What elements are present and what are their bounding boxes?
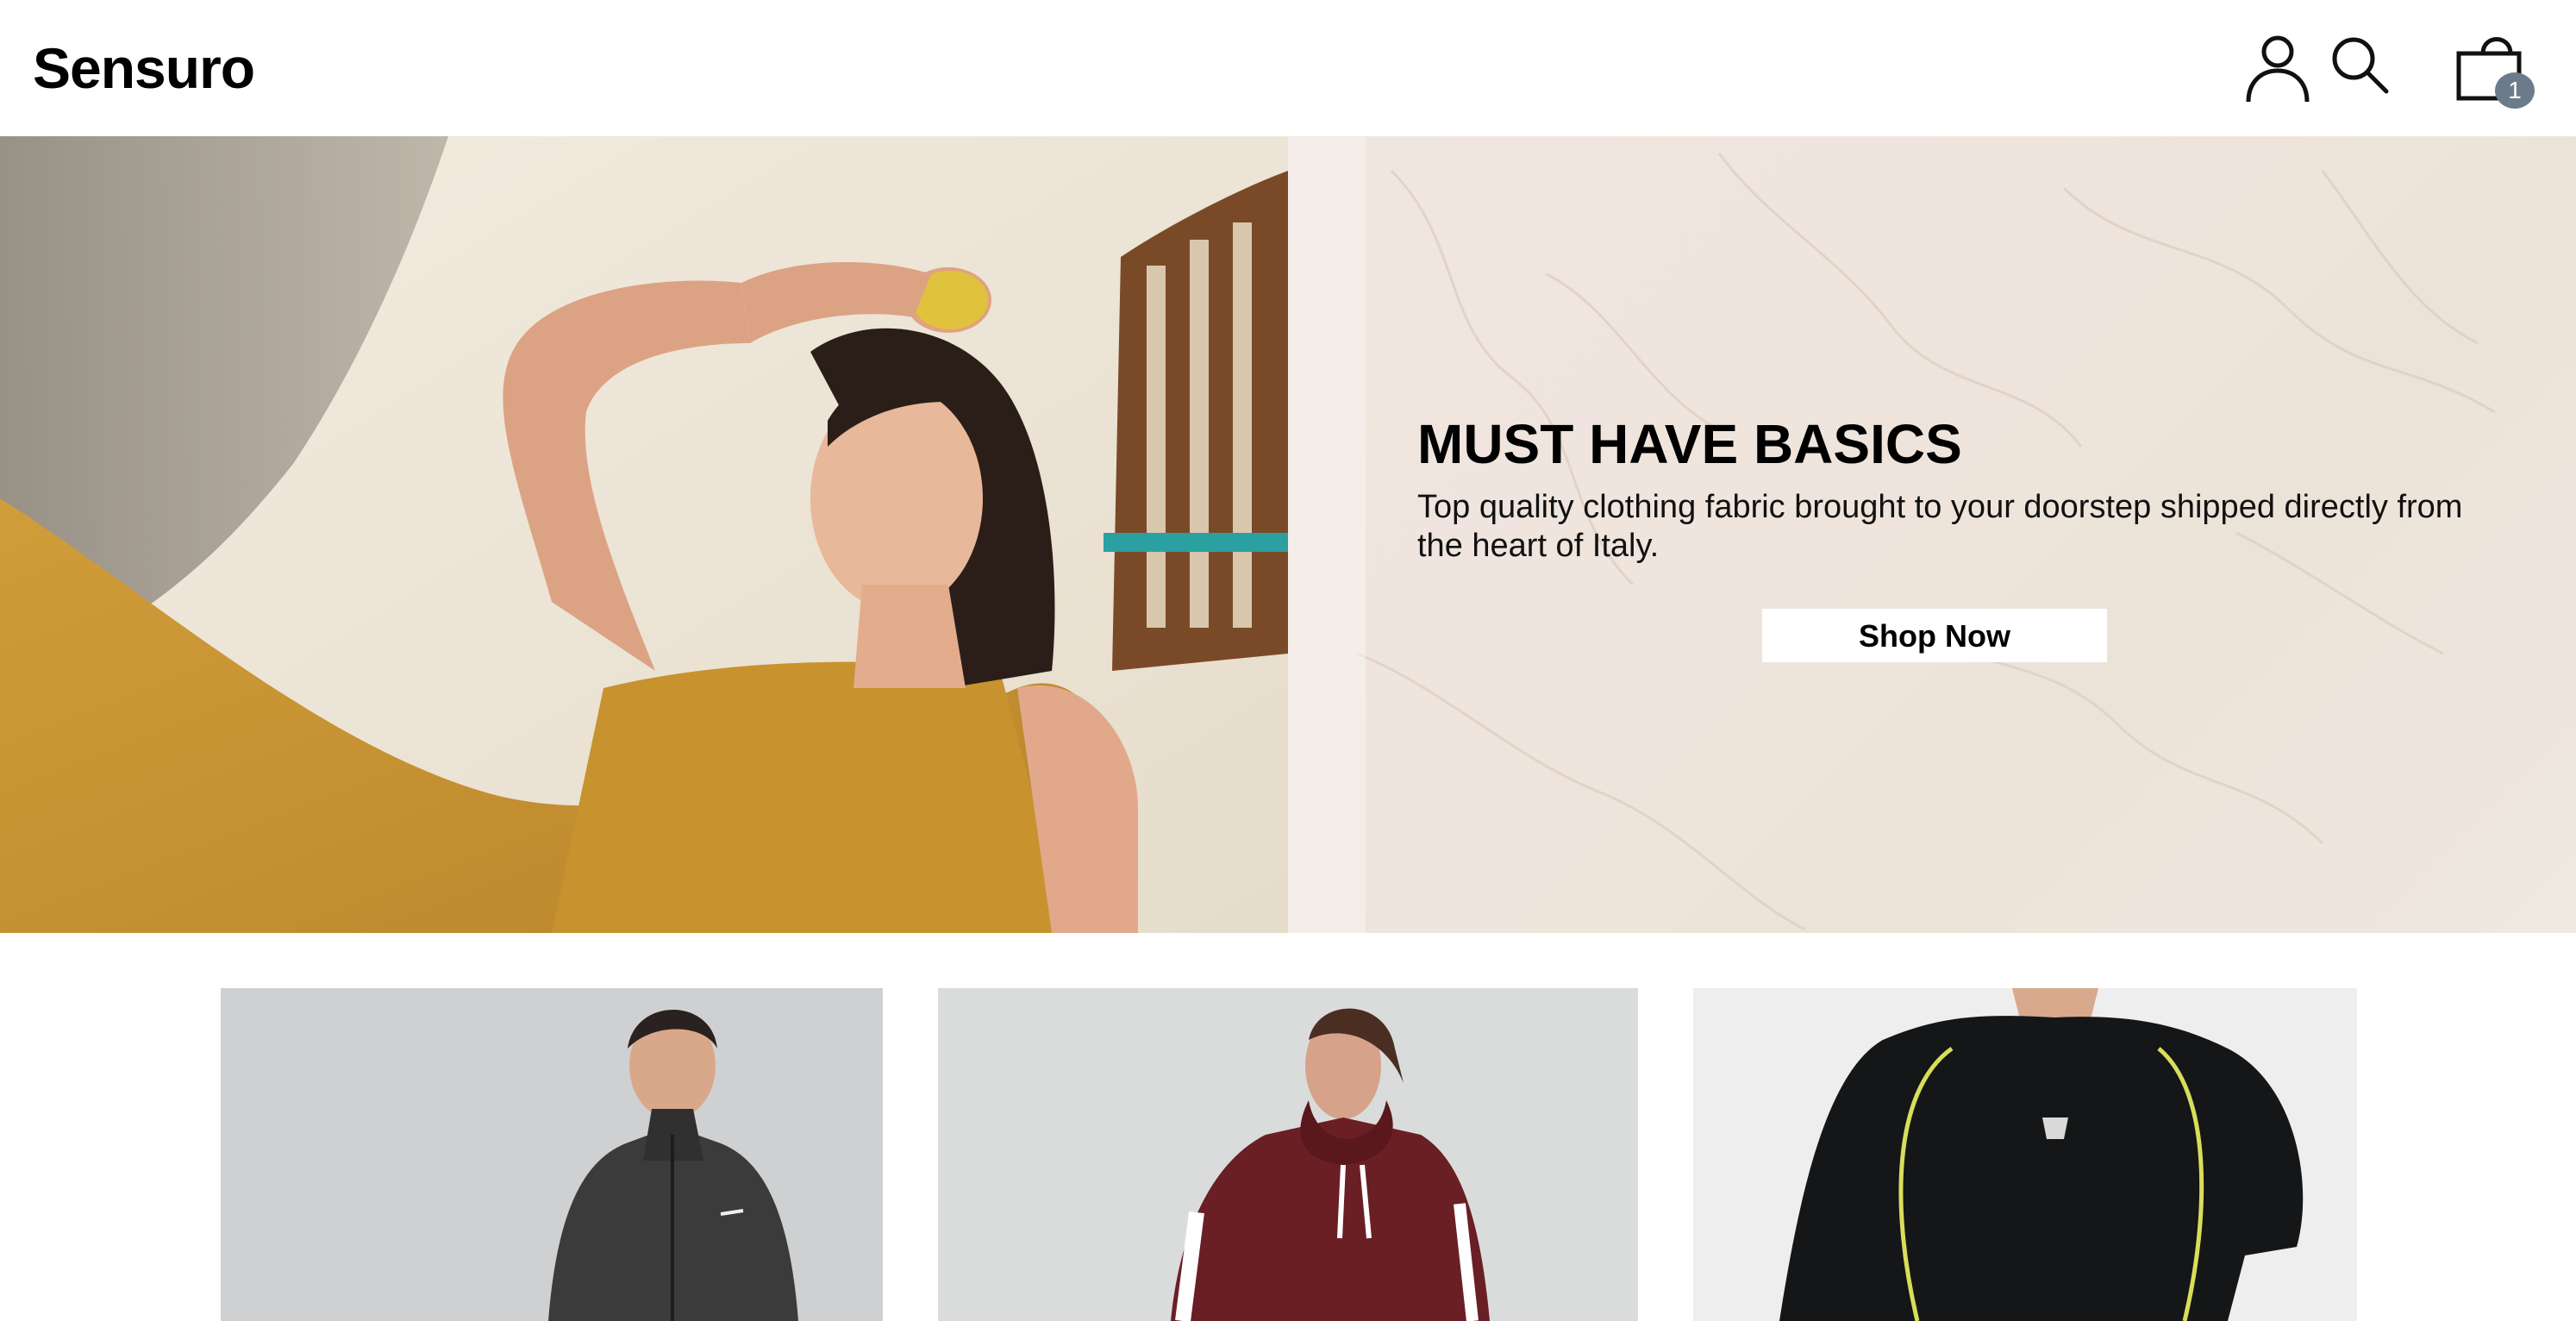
hero-image xyxy=(0,136,1288,933)
site-logo[interactable]: Sensuro xyxy=(33,33,255,103)
hero-title: MUST HAVE BASICS xyxy=(1417,413,1962,475)
product-image xyxy=(221,988,883,1321)
product-card[interactable] xyxy=(938,988,1638,1321)
search-icon xyxy=(2332,37,2389,94)
search-button[interactable] xyxy=(2329,34,2392,97)
product-image xyxy=(938,988,1638,1321)
product-image xyxy=(1693,988,2357,1321)
account-button[interactable] xyxy=(2245,33,2310,103)
site-header: Sensuro 1 xyxy=(0,0,2576,136)
user-icon xyxy=(2246,35,2310,103)
cart-count-badge: 1 xyxy=(2495,72,2535,109)
product-card[interactable] xyxy=(1693,988,2357,1321)
shop-now-button[interactable]: Shop Now xyxy=(1762,609,2107,662)
hero-description: Top quality clothing fabric brought to y… xyxy=(1417,489,2463,564)
product-card[interactable] xyxy=(221,988,883,1321)
